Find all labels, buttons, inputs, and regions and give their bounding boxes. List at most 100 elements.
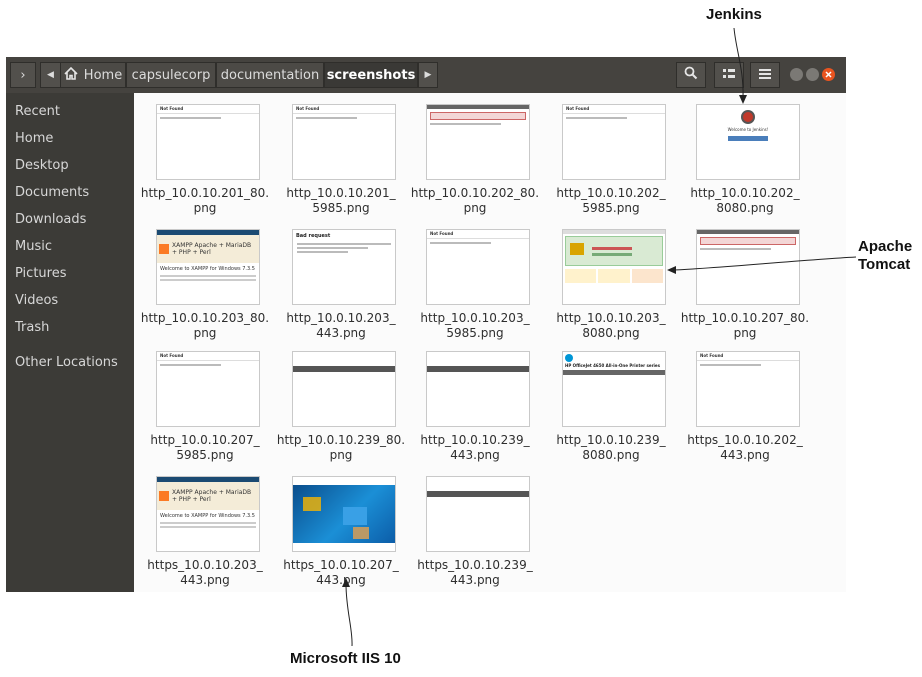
- file-name-line-1: http_10.0.10.239_80.: [276, 433, 406, 447]
- file-name-line-2: 443.png: [450, 573, 500, 587]
- file-thumbnail: [292, 476, 396, 552]
- file-name: http_10.0.10.207_80. png: [672, 311, 818, 341]
- file-name-line-2: 443.png: [316, 326, 366, 340]
- file-item[interactable]: Not Found http_10.0.10.201_80. png: [138, 104, 272, 219]
- file-item[interactable]: Bad request http_10.0.10.203_ 443.png: [274, 229, 408, 344]
- file-name-line-2: 443.png: [180, 573, 230, 587]
- file-thumbnail: Welcome to Jenkins!: [696, 104, 800, 180]
- sidebar-item-pictures[interactable]: Pictures: [15, 266, 66, 281]
- file-name-line-1: http_10.0.10.203_80.: [140, 311, 270, 325]
- file-name-line-2: png: [463, 201, 487, 215]
- tomcat-callout-line: Tomcat: [858, 256, 911, 273]
- jenkins-callout: Jenkins: [706, 6, 762, 23]
- file-item[interactable]: Not Found http_10.0.10.207_ 5985.png: [138, 351, 272, 466]
- file-item[interactable]: http_10.0.10.207_80. png: [678, 229, 812, 344]
- file-item[interactable]: Not Found http_10.0.10.203_ 5985.png: [408, 229, 542, 344]
- file-thumbnail: [426, 104, 530, 180]
- menu-button[interactable]: [750, 62, 780, 88]
- path-scroll-left-button[interactable]: ◀: [40, 62, 60, 88]
- file-name-line-2: 443.png: [450, 448, 500, 462]
- file-name: https_10.0.10.202_ 443.png: [672, 433, 818, 463]
- file-item[interactable]: Not Found https_10.0.10.202_ 443.png: [678, 351, 812, 466]
- file-name-line-1: http_10.0.10.201_80.: [140, 186, 270, 200]
- breadcrumb-documentation[interactable]: documentation: [216, 62, 324, 88]
- apache-tomcat-callout: Apache Tomcat: [858, 238, 912, 274]
- minimize-icon[interactable]: [790, 68, 803, 81]
- thumb-page-header: Not Found: [697, 352, 799, 361]
- file-name-line-1: http_10.0.10.203_: [286, 311, 396, 325]
- file-item[interactable]: https_10.0.10.207_ 443.png: [274, 476, 408, 591]
- breadcrumb-capsulecorp[interactable]: capsulecorp: [126, 62, 216, 88]
- breadcrumb-screenshots[interactable]: screenshots: [324, 62, 418, 88]
- file-name-line-1: http_10.0.10.202_: [690, 186, 800, 200]
- xampp-logo-icon: [159, 491, 169, 501]
- breadcrumb-home[interactable]: Home: [60, 62, 126, 88]
- path-scroll-right-button[interactable]: ▶: [418, 62, 438, 88]
- triangle-left-icon: ◀: [47, 70, 54, 80]
- file-name: http_10.0.10.203_ 8080.png: [538, 311, 684, 341]
- file-name-line-2: png: [733, 326, 757, 340]
- sidebar-toggle-button[interactable]: ›: [10, 62, 36, 88]
- sidebar-item-trash[interactable]: Trash: [15, 320, 49, 335]
- file-name-line-2: png: [193, 201, 217, 215]
- sidebar-item-other-locations[interactable]: Other Locations: [15, 355, 118, 370]
- sidebar-item-documents[interactable]: Documents: [15, 185, 89, 200]
- apache-callout-line: Apache: [858, 238, 913, 255]
- chevron-right-icon: ›: [20, 67, 26, 83]
- grid-view-icon: [723, 68, 735, 83]
- file-thumbnail: [292, 351, 396, 427]
- file-name-line-2: 5985.png: [446, 326, 504, 340]
- file-item[interactable]: http_10.0.10.203_ 8080.png: [544, 229, 678, 344]
- tomcat-logo-icon: [570, 243, 584, 255]
- sidebar-item-recent[interactable]: Recent: [15, 104, 60, 119]
- sidebar-item-downloads[interactable]: Downloads: [15, 212, 86, 227]
- file-name: https_10.0.10.239_ 443.png: [402, 558, 548, 588]
- close-icon[interactable]: [822, 68, 835, 81]
- file-item[interactable]: Not Found http_10.0.10.201_ 5985.png: [274, 104, 408, 219]
- file-thumbnail: XAMPP Apache + MariaDB + PHP + Perl Welco…: [156, 476, 260, 552]
- file-thumbnail: Not Found: [156, 351, 260, 427]
- file-name-line-1: http_10.0.10.207_: [150, 433, 260, 447]
- file-name-line-2: 8080.png: [582, 326, 640, 340]
- file-item[interactable]: XAMPP Apache + MariaDB + PHP + Perl Welco…: [138, 229, 272, 344]
- file-name: http_10.0.10.202_ 5985.png: [538, 186, 684, 216]
- file-item[interactable]: http_10.0.10.239_80. png: [274, 351, 408, 466]
- thumb-caption: HP OfficeJet 4650 All-in-One Printer ser…: [565, 363, 661, 368]
- thumb-caption: XAMPP Apache + MariaDB + PHP + Perl: [172, 489, 252, 503]
- sidebar-item-home[interactable]: Home: [15, 131, 53, 146]
- file-item[interactable]: http_10.0.10.239_ 443.png: [408, 351, 542, 466]
- file-name: http_10.0.10.239_ 8080.png: [538, 433, 684, 463]
- file-thumbnail: Not Found: [426, 229, 530, 305]
- file-name: http_10.0.10.203_80. png: [132, 311, 278, 341]
- file-name-line-1: http_10.0.10.207_80.: [680, 311, 810, 325]
- file-item[interactable]: Welcome to Jenkins! http_10.0.10.202_ 8080…: [678, 104, 812, 219]
- file-item[interactable]: HP OfficeJet 4650 All-in-One Printer ser…: [544, 351, 678, 466]
- view-toggle-button[interactable]: [714, 62, 744, 88]
- file-name: http_10.0.10.202_ 8080.png: [672, 186, 818, 216]
- sidebar-item-desktop[interactable]: Desktop: [15, 158, 69, 173]
- file-thumbnail: XAMPP Apache + MariaDB + PHP + Perl Welco…: [156, 229, 260, 305]
- maximize-icon[interactable]: [806, 68, 819, 81]
- file-name: http_10.0.10.239_ 443.png: [402, 433, 548, 463]
- file-item[interactable]: http_10.0.10.202_80. png: [408, 104, 542, 219]
- thumb-subtitle: Welcome to XAMPP for Windows 7.3.5: [160, 513, 255, 519]
- file-thumbnail: [426, 476, 530, 552]
- file-item[interactable]: https_10.0.10.239_ 443.png: [408, 476, 542, 591]
- file-name-line-2: 5985.png: [312, 201, 370, 215]
- search-button[interactable]: [676, 62, 706, 88]
- sidebar-item-music[interactable]: Music: [15, 239, 52, 254]
- file-name-line-2: png: [193, 326, 217, 340]
- breadcrumb-home-label: Home: [83, 67, 123, 83]
- hamburger-icon: [759, 68, 771, 83]
- file-name: http_10.0.10.201_ 5985.png: [268, 186, 414, 216]
- file-name-line-1: http_10.0.10.203_: [556, 311, 666, 325]
- hp-logo-icon: [565, 354, 573, 362]
- file-thumbnail: Not Found: [156, 104, 260, 180]
- file-name-line-1: https_10.0.10.203_: [147, 558, 263, 572]
- file-item[interactable]: Not Found http_10.0.10.202_ 5985.png: [544, 104, 678, 219]
- thumb-caption: XAMPP Apache + MariaDB + PHP + Perl: [172, 242, 252, 256]
- file-thumbnail: HP OfficeJet 4650 All-in-One Printer ser…: [562, 351, 666, 427]
- triangle-right-icon: ▶: [424, 70, 432, 80]
- file-item[interactable]: XAMPP Apache + MariaDB + PHP + Perl Welco…: [138, 476, 272, 591]
- sidebar-item-videos[interactable]: Videos: [15, 293, 58, 308]
